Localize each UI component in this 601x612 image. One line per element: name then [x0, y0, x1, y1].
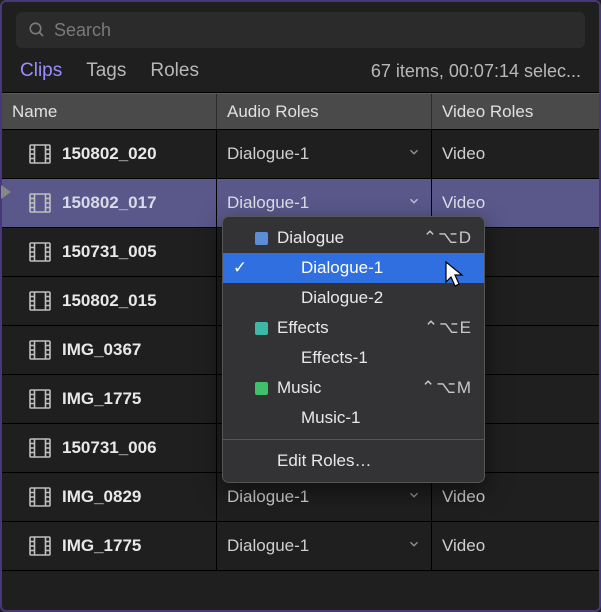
- clip-name-label: 150731_006: [62, 438, 157, 458]
- role-swatch-icon: [251, 382, 271, 395]
- search-icon: [28, 21, 46, 39]
- clip-name-label: IMG_1775: [62, 389, 141, 409]
- video-role-value: Video: [432, 522, 599, 570]
- audio-role-menu: Dialogue ⌃⌥D ✓ Dialogue-1 Dialogue-2 Eff…: [222, 216, 485, 483]
- tab-clips[interactable]: Clips: [20, 60, 62, 82]
- clip-name-label: 150802_020: [62, 144, 157, 164]
- tab-tags[interactable]: Tags: [86, 60, 126, 82]
- chevron-down-icon: [407, 488, 421, 502]
- filmstrip-icon: [28, 534, 52, 558]
- audio-role-value: Dialogue-1: [227, 487, 309, 507]
- menu-item-label: Dialogue: [271, 228, 423, 248]
- menu-item-label: Music: [271, 378, 421, 398]
- menu-item-label: Effects-1: [271, 348, 472, 368]
- cell-clip-name: IMG_1775: [2, 522, 217, 570]
- cell-clip-name: 150731_006: [2, 424, 217, 472]
- cell-clip-name: 150802_015: [2, 277, 217, 325]
- column-header-audio-roles[interactable]: Audio Roles: [217, 94, 432, 129]
- menu-item-shortcut: ⌃⌥D: [423, 228, 472, 248]
- chevron-down-icon: [407, 194, 421, 208]
- search-input[interactable]: [54, 20, 573, 41]
- clip-name-label: 150731_005: [62, 242, 157, 262]
- menu-item-edit-roles[interactable]: Edit Roles…: [223, 446, 484, 476]
- filmstrip-icon: [28, 191, 52, 215]
- cell-clip-name: IMG_0829: [2, 473, 217, 521]
- audio-role-select[interactable]: Dialogue-1: [217, 130, 432, 178]
- filmstrip-icon: [28, 485, 52, 509]
- menu-item[interactable]: Effects-1: [223, 343, 484, 373]
- menu-item-shortcut: ⌃⌥E: [424, 318, 472, 338]
- filmstrip-icon: [28, 289, 52, 313]
- cell-clip-name: 150802_017: [2, 179, 217, 227]
- menu-item[interactable]: Dialogue ⌃⌥D: [223, 223, 484, 253]
- role-swatch-icon: [251, 322, 271, 335]
- role-swatch-icon: [251, 232, 271, 245]
- menu-item[interactable]: Effects ⌃⌥E: [223, 313, 484, 343]
- view-tabs: Clips Tags Roles 67 items, 00:07:14 sele…: [2, 56, 599, 93]
- filmstrip-icon: [28, 240, 52, 264]
- chevron-down-icon: [407, 145, 421, 159]
- filmstrip-icon: [28, 338, 52, 362]
- filmstrip-icon: [28, 142, 52, 166]
- audio-role-value: Dialogue-1: [227, 536, 309, 556]
- clip-list: Dialogue ⌃⌥D ✓ Dialogue-1 Dialogue-2 Eff…: [2, 130, 599, 571]
- chevron-down-icon: [407, 537, 421, 551]
- menu-item[interactable]: Music ⌃⌥M: [223, 373, 484, 403]
- cell-clip-name: 150802_020: [2, 130, 217, 178]
- menu-item-shortcut: ⌃⌥M: [421, 378, 472, 398]
- cell-clip-name: IMG_0367: [2, 326, 217, 374]
- clip-name-label: IMG_1775: [62, 536, 141, 556]
- menu-item[interactable]: Music-1: [223, 403, 484, 433]
- audio-role-value: Dialogue-1: [227, 144, 309, 164]
- filmstrip-icon: [28, 436, 52, 460]
- menu-separator: [223, 439, 484, 440]
- cell-clip-name: 150731_005: [2, 228, 217, 276]
- table-row[interactable]: IMG_1775 Dialogue-1 Video: [2, 522, 599, 571]
- clip-name-label: IMG_0829: [62, 487, 141, 507]
- menu-item-label: Dialogue-1: [271, 258, 472, 278]
- clip-name-label: 150802_015: [62, 291, 157, 311]
- clip-name-label: IMG_0367: [62, 340, 141, 360]
- table-row[interactable]: 150802_020 Dialogue-1 Video: [2, 130, 599, 179]
- playhead-indicator-icon: [1, 185, 11, 199]
- menu-item-label: Edit Roles…: [271, 451, 472, 471]
- audio-role-value: Dialogue-1: [227, 193, 309, 213]
- audio-role-select[interactable]: Dialogue-1: [217, 522, 432, 570]
- column-header-name[interactable]: Name: [2, 94, 217, 129]
- video-role-value: Video: [432, 130, 599, 178]
- search-field[interactable]: [16, 12, 585, 48]
- check-icon: ✓: [229, 258, 251, 278]
- cursor-icon: [444, 260, 466, 288]
- column-header-video-roles[interactable]: Video Roles: [432, 94, 599, 129]
- table-header: Name Audio Roles Video Roles: [2, 93, 599, 130]
- tab-roles[interactable]: Roles: [150, 60, 199, 82]
- filmstrip-icon: [28, 387, 52, 411]
- cell-clip-name: IMG_1775: [2, 375, 217, 423]
- selection-status: 67 items, 00:07:14 selec...: [371, 61, 581, 82]
- clip-name-label: 150802_017: [62, 193, 157, 213]
- menu-item-label: Music-1: [271, 408, 472, 428]
- menu-item-label: Effects: [271, 318, 424, 338]
- menu-item-label: Dialogue-2: [271, 288, 472, 308]
